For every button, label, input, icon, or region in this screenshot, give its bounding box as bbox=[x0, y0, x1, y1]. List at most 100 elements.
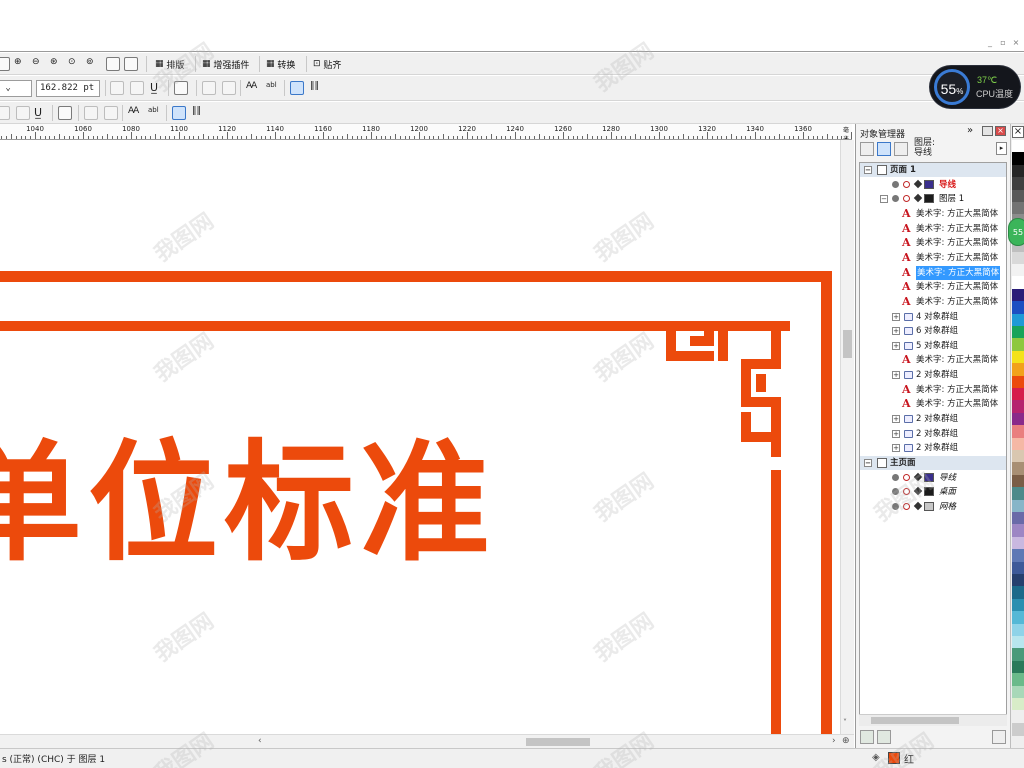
tree-layer-node[interactable]: 网格 bbox=[860, 500, 1006, 514]
printable-icon[interactable] bbox=[903, 473, 910, 481]
visibility-icon[interactable] bbox=[892, 473, 899, 481]
layer-color-swatch[interactable] bbox=[924, 472, 934, 482]
edit-text-icon[interactable]: abl bbox=[266, 81, 280, 95]
scroll-right-icon[interactable]: › bbox=[832, 736, 836, 746]
zoom-selected-icon[interactable]: ⊛ bbox=[50, 57, 64, 71]
layer-color-swatch[interactable] bbox=[924, 179, 934, 189]
edit-across-layers-icon[interactable] bbox=[877, 142, 891, 156]
outer-frame-right[interactable] bbox=[821, 271, 832, 734]
new-layer-icon[interactable] bbox=[860, 730, 874, 744]
zoom-in-icon[interactable]: ⊕ bbox=[14, 57, 28, 71]
printable-icon[interactable] bbox=[903, 180, 910, 188]
zoom-page-icon[interactable]: ⊚ bbox=[86, 57, 100, 71]
delete-icon[interactable] bbox=[992, 730, 1006, 744]
menu-snap[interactable]: ⊡ 贴齐 bbox=[313, 55, 341, 73]
tree-text-object[interactable]: A 美术字: 方正大黑简体 bbox=[860, 383, 1006, 397]
tree-group-object[interactable]: +4 对象群组 bbox=[860, 310, 1006, 324]
drop-cap-icon[interactable] bbox=[222, 81, 236, 95]
expand-icon[interactable]: + bbox=[892, 444, 900, 453]
collapse-icon[interactable]: − bbox=[864, 166, 872, 174]
tree-group-object[interactable]: +6 对象群组 bbox=[860, 324, 1006, 338]
printable-icon[interactable] bbox=[903, 502, 910, 510]
close-window-button[interactable]: × bbox=[1010, 38, 1022, 48]
tree-group-object[interactable]: +5 对象群组 bbox=[860, 339, 1006, 353]
font-size-field[interactable]: 162.822 pt bbox=[36, 80, 100, 97]
bold-icon[interactable] bbox=[110, 81, 124, 95]
close-docker-button[interactable]: × bbox=[995, 126, 1006, 136]
cpu-monitor-widget[interactable]: 55% 37℃ CPU温度 bbox=[930, 66, 1020, 108]
tree-text-object[interactable]: A 美术字: 方正大黑简体 bbox=[860, 236, 1006, 250]
editable-icon[interactable] bbox=[913, 179, 923, 188]
horizontal-text-icon[interactable] bbox=[290, 81, 304, 95]
drop-cap-icon[interactable] bbox=[104, 106, 118, 120]
zoom-out-icon[interactable]: ⊖ bbox=[32, 57, 46, 71]
underline-icon[interactable]: U̲ bbox=[150, 81, 164, 95]
expand-icon[interactable]: + bbox=[892, 312, 900, 321]
tree-layer-node[interactable]: 导线 bbox=[860, 471, 1006, 485]
italic-icon[interactable] bbox=[130, 81, 144, 95]
zoom-width-icon[interactable] bbox=[106, 57, 120, 71]
visibility-icon[interactable] bbox=[892, 195, 899, 203]
editable-icon[interactable] bbox=[913, 472, 923, 481]
collapse-icon[interactable]: − bbox=[880, 195, 888, 204]
tree-text-object[interactable]: A 美术字: 方正大黑简体 bbox=[860, 207, 1006, 221]
tree-text-object[interactable]: A 美术字: 方正大黑简体 bbox=[860, 280, 1006, 294]
object-tree[interactable]: − 页面 1 导线 − 图层 1 A 美术字: 方正大黑简体 A 美术字: 方正大黑简体 A 美术字… bbox=[859, 162, 1007, 726]
layer-color-swatch[interactable] bbox=[924, 194, 934, 204]
expand-icon[interactable]: + bbox=[892, 371, 900, 380]
expand-icon[interactable]: + bbox=[892, 327, 900, 336]
tree-layer-node[interactable]: 导线 bbox=[860, 178, 1006, 192]
scroll-left-icon[interactable]: ‹ bbox=[258, 736, 262, 746]
tree-page-node[interactable]: − 页面 1 bbox=[860, 163, 1006, 177]
tree-page-node[interactable]: − 主页面 bbox=[860, 456, 1006, 470]
expand-docker-icon[interactable]: » bbox=[967, 125, 973, 136]
dropdown-icon[interactable] bbox=[0, 57, 10, 71]
tree-group-object[interactable]: +2 对象群组 bbox=[860, 368, 1006, 382]
visibility-icon[interactable] bbox=[892, 488, 899, 496]
menu-layout[interactable]: ▦ 排版 bbox=[155, 55, 184, 73]
tree-text-object[interactable]: A 美术字: 方正大黑简体 bbox=[860, 295, 1006, 309]
expand-icon[interactable]: + bbox=[892, 415, 900, 424]
layer-color-swatch[interactable] bbox=[924, 487, 934, 497]
palette-swatch[interactable] bbox=[1012, 722, 1024, 737]
tree-text-object[interactable]: A 美术字: 方正大黑简体 bbox=[860, 251, 1006, 265]
visibility-icon[interactable] bbox=[892, 502, 899, 510]
vertical-scroll-thumb[interactable] bbox=[843, 330, 852, 358]
tree-group-object[interactable]: +2 对象群组 bbox=[860, 412, 1006, 426]
text-properties-icon[interactable]: Ꜳ bbox=[128, 106, 142, 120]
menu-plugins[interactable]: ▦ 增强插件 bbox=[202, 55, 249, 73]
zoom-all-icon[interactable]: ⊙ bbox=[68, 57, 82, 71]
horizontal-scrollbar[interactable]: ‹ › ⊕ bbox=[0, 734, 854, 748]
text-align-icon[interactable] bbox=[58, 106, 72, 120]
palette-scroll-up-icon[interactable]: × bbox=[1012, 126, 1024, 138]
layer-color-swatch[interactable] bbox=[924, 501, 934, 511]
horizontal-scroll-thumb[interactable] bbox=[526, 738, 590, 746]
vertical-text-icon[interactable]: ‖‖ bbox=[310, 81, 324, 95]
editable-icon[interactable] bbox=[913, 501, 923, 511]
minimize-docker-button[interactable] bbox=[982, 126, 993, 136]
minimize-button[interactable]: _ bbox=[984, 38, 996, 48]
tree-group-object[interactable]: +2 对象群组 bbox=[860, 427, 1006, 441]
expand-icon[interactable]: + bbox=[892, 429, 900, 438]
tree-text-object[interactable]: A 美术字: 方正大黑简体 bbox=[860, 353, 1006, 367]
italic-icon[interactable] bbox=[16, 106, 30, 120]
tree-group-object[interactable]: +2 对象群组 bbox=[860, 441, 1006, 455]
inner-frame-right[interactable] bbox=[771, 470, 781, 734]
tree-scroll-thumb[interactable] bbox=[871, 717, 959, 724]
fill-color-swatch[interactable] bbox=[888, 752, 900, 764]
restore-button[interactable]: ▫ bbox=[997, 38, 1009, 48]
tree-text-object[interactable]: A 美术字: 方正大黑简体 bbox=[860, 265, 1006, 280]
vertical-text-icon[interactable]: ‖‖ bbox=[192, 106, 206, 120]
menu-convert[interactable]: ▦ 转换 bbox=[266, 55, 295, 73]
printable-icon[interactable] bbox=[903, 195, 910, 203]
text-properties-icon[interactable]: Ꜳ bbox=[246, 81, 260, 95]
zoom-height-icon[interactable] bbox=[124, 57, 138, 71]
tree-layer-node[interactable]: − 图层 1 bbox=[860, 192, 1006, 206]
tree-text-object[interactable]: A 美术字: 方正大黑简体 bbox=[860, 222, 1006, 236]
floating-widget-badge[interactable]: 55 bbox=[1008, 218, 1024, 246]
drawing-canvas[interactable]: 单位标准 bbox=[0, 140, 840, 734]
inner-frame-top[interactable] bbox=[0, 321, 680, 331]
outer-frame-top[interactable] bbox=[0, 271, 832, 282]
vertical-scrollbar[interactable]: ˅ bbox=[840, 140, 854, 734]
bullet-list-icon[interactable] bbox=[84, 106, 98, 120]
